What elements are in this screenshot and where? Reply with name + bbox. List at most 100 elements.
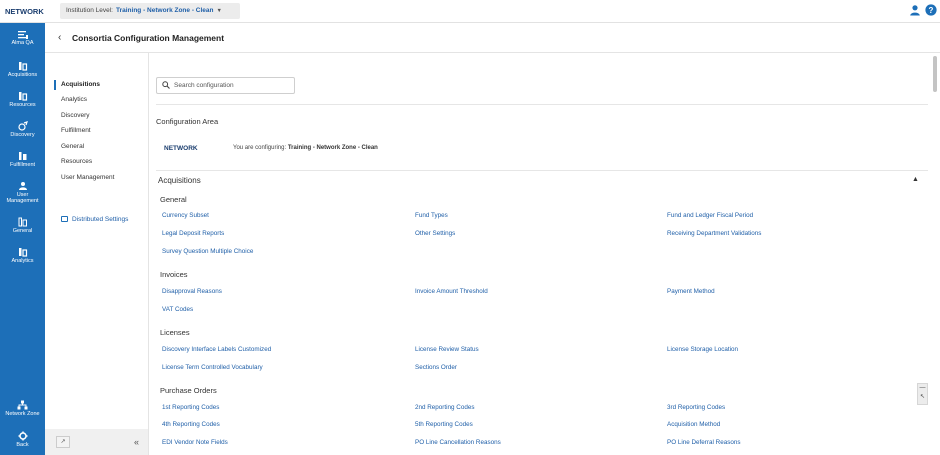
config-link[interactable]: 5th Reporting Codes (415, 421, 473, 428)
config-link[interactable]: Payment Method (667, 288, 715, 295)
page-title: Consortia Configuration Management (72, 33, 225, 43)
config-link[interactable]: 3rd Reporting Codes (667, 404, 725, 411)
fulfillment-icon (18, 152, 26, 160)
config-link[interactable]: Fund and Ledger Fiscal Period (667, 212, 753, 219)
config-link[interactable]: VAT Codes (162, 306, 193, 313)
menu-icon (17, 31, 28, 39)
config-link[interactable]: License Term Controlled Vocabulary (162, 364, 263, 371)
nav-item-analytics[interactable]: Analytics (0, 247, 45, 264)
acquisitions-section-title: Acquisitions (158, 176, 201, 185)
nav-item-network-zone[interactable]: Network Zone (0, 400, 45, 417)
config-link[interactable]: License Review Status (415, 346, 479, 353)
config-area-heading: Configuration Area (156, 117, 219, 126)
back-icon (18, 431, 27, 441)
subnav-item-resources[interactable]: Resources (61, 158, 92, 165)
config-link[interactable]: Currency Subset (162, 212, 209, 219)
resources-icon (18, 92, 27, 101)
subnav-item-fulfillment[interactable]: Fulfillment (61, 127, 91, 134)
main-content: Search configuration Configuration Area … (150, 53, 928, 455)
page-header: ‹ Consortia Configuration Management (45, 23, 940, 53)
configuring-text: You are configuring: Training - Network … (233, 145, 378, 151)
config-link[interactable]: Disapproval Reasons (162, 288, 222, 295)
nav-label: Network Zone (5, 411, 40, 417)
configuring-prefix: You are configuring: (233, 145, 287, 151)
search-input[interactable]: Search configuration (156, 77, 295, 94)
network-zone-icon (17, 400, 28, 410)
scrollbar-thumb[interactable] (933, 56, 937, 92)
floating-tool-button[interactable]: — ↖ (917, 383, 928, 405)
config-link[interactable]: PO Line Deferral Reasons (667, 439, 741, 446)
nav-item-user-management[interactable]: User Management (0, 181, 45, 204)
subnav-item-discovery[interactable]: Discovery (61, 112, 90, 119)
config-link[interactable]: Legal Deposit Reports (162, 230, 224, 237)
analytics-icon (18, 248, 27, 257)
general-icon (18, 217, 27, 227)
nav-item-acquisitions[interactable]: Acquisitions (0, 61, 45, 78)
config-link[interactable]: 1st Reporting Codes (162, 404, 219, 411)
user-icon[interactable] (909, 4, 921, 16)
institution-value: Training - Network Zone - Clean (115, 7, 214, 14)
divider (156, 104, 928, 105)
nav-item-general[interactable]: General (0, 217, 45, 234)
nav-label: Discovery (10, 132, 35, 138)
config-link[interactable]: EDI Vendor Note Fields (162, 439, 228, 446)
distributed-settings-link[interactable]: Distributed Settings (61, 216, 128, 223)
config-link[interactable]: PO Line Cancellation Reasons (415, 439, 501, 446)
institution-label: Institution Level: (66, 7, 113, 14)
nav-item-alma-qa[interactable]: Alma QA (0, 31, 45, 46)
distributed-settings-icon (61, 216, 68, 222)
help-icon[interactable]: ? (925, 4, 937, 16)
nav-item-fulfillment[interactable]: Fulfillment (0, 151, 45, 168)
acquisitions-icon (18, 62, 27, 71)
config-link[interactable]: Survey Question Multiple Choice (162, 248, 253, 255)
subnav-item-user-management[interactable]: User Management (61, 174, 114, 181)
section-general-title: General (160, 195, 187, 204)
nav-label: General (12, 228, 33, 234)
configuring-value: Training - Network Zone - Clean (287, 145, 378, 151)
config-category-nav: Acquisitions Analytics Discovery Fulfill… (45, 53, 149, 455)
nav-label: Analytics (11, 258, 34, 264)
nav-label: Alma QA (11, 40, 34, 46)
scrollbar-track[interactable] (928, 53, 940, 455)
nav-label: Acquisitions (7, 72, 38, 78)
brand-logo[interactable]: NETWORK (5, 7, 44, 16)
institution-selector[interactable]: Institution Level: Training - Network Zon… (60, 3, 240, 19)
config-link[interactable]: 2nd Reporting Codes (415, 404, 475, 411)
network-label: NETWORK (164, 145, 198, 152)
svg-text:?: ? (929, 6, 934, 15)
collapse-panel-icon[interactable]: « (134, 437, 139, 447)
main-navigation: Alma QA Acquisitions Resources Discovery… (0, 23, 45, 455)
distributed-settings-label: Distributed Settings (72, 216, 129, 223)
section-purchase-orders-title: Purchase Orders (160, 386, 217, 395)
config-link[interactable]: Fund Types (415, 212, 448, 219)
config-link[interactable]: Other Settings (415, 230, 455, 237)
nav-item-back[interactable]: Back (0, 431, 45, 448)
back-chevron-icon[interactable]: ‹ (58, 32, 61, 43)
nav-label: Resources (9, 102, 36, 108)
search-icon (162, 81, 170, 89)
config-link[interactable]: 4th Reporting Codes (162, 421, 220, 428)
divider (156, 170, 928, 171)
nav-item-resources[interactable]: Resources (0, 91, 45, 108)
top-bar: NETWORK Institution Level: Training - Net… (0, 0, 940, 23)
subnav-item-acquisitions[interactable]: Acquisitions (61, 81, 100, 88)
config-link[interactable]: Acquisition Method (667, 421, 720, 428)
nav-label: Fulfillment (9, 162, 36, 168)
config-link[interactable]: License Storage Location (667, 346, 738, 353)
subnav-item-analytics[interactable]: Analytics (61, 96, 87, 103)
chevron-down-icon: ▼ (216, 8, 222, 14)
section-invoices-title: Invoices (160, 270, 188, 279)
section-licenses-title: Licenses (160, 328, 190, 337)
nav-label: Management (6, 198, 39, 204)
search-placeholder: Search configuration (174, 82, 234, 89)
chevron-up-icon[interactable]: ▲ (912, 176, 919, 183)
subnav-item-general[interactable]: General (61, 143, 84, 150)
config-link[interactable]: Receiving Department Validations (667, 230, 761, 237)
config-link[interactable]: Discovery Interface Labels Customized (162, 346, 271, 353)
user-management-icon (18, 182, 27, 190)
config-link[interactable]: Sections Order (415, 364, 457, 371)
nav-label: Back (16, 442, 29, 448)
nav-item-discovery[interactable]: Discovery (0, 121, 45, 138)
config-link[interactable]: Invoice Amount Threshold (415, 288, 488, 295)
expand-icon[interactable]: ↗ (56, 436, 70, 448)
